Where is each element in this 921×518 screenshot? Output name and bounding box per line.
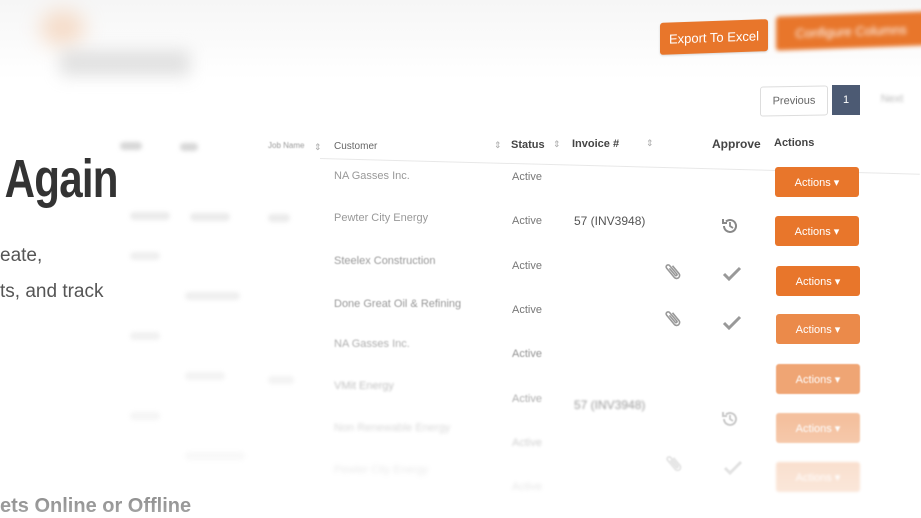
pagination-current-page[interactable]: 1 — [832, 85, 860, 115]
actions-dropdown-button[interactable]: Actions ▾ — [775, 167, 859, 197]
cell-customer: Pewter City Energy — [334, 212, 429, 224]
hero-paragraph-line-2: ts, and track — [0, 281, 104, 302]
cell-customer: Pewter City Energy — [334, 464, 429, 476]
cell-invoice[interactable]: 57 (INV3948) — [574, 398, 645, 412]
cell-status: Active — [512, 171, 542, 183]
actions-dropdown-button[interactable]: Actions ▾ — [775, 216, 859, 246]
blurred-cell — [185, 372, 225, 380]
paperclip-icon[interactable] — [661, 450, 691, 481]
blurred-cell — [185, 292, 240, 300]
blurred-cell — [268, 376, 294, 384]
blurred-header-cell — [180, 143, 198, 151]
blurred-header-block — [60, 50, 190, 76]
cell-customer: NA Gasses Inc. — [334, 338, 410, 350]
hero-paragraph: eate, ts, and track — [0, 238, 170, 310]
cell-invoice[interactable]: 57 (INV3948) — [574, 214, 645, 228]
actions-dropdown-button[interactable]: Actions ▾ — [776, 462, 860, 492]
cell-customer: Steelex Construction — [334, 255, 436, 267]
header-approve: Approve — [712, 137, 761, 151]
feature-heading: ets Online or Offline — [0, 495, 192, 517]
sort-icon[interactable]: ⇕ — [494, 140, 502, 151]
cell-status: Active — [512, 348, 542, 360]
actions-dropdown-button[interactable]: Actions ▾ — [776, 266, 860, 296]
actions-dropdown-button[interactable]: Actions ▾ — [776, 314, 860, 344]
cell-status: Active — [512, 215, 542, 227]
export-to-excel-button[interactable]: Export To Excel — [660, 19, 768, 55]
cell-customer: VMit Energy — [334, 380, 394, 392]
cell-status: Active — [512, 437, 542, 449]
blurred-header-cell — [120, 142, 142, 150]
checkmark-icon[interactable] — [723, 460, 743, 481]
actions-dropdown-button[interactable]: Actions ▾ — [776, 413, 860, 443]
sort-icon[interactable]: ⇕ — [314, 142, 322, 153]
header-customer[interactable]: Customer — [334, 141, 377, 152]
blurred-cell — [268, 214, 290, 222]
cell-status: Active — [512, 393, 542, 405]
blurred-cell — [190, 213, 230, 221]
cell-status: Active — [512, 260, 542, 272]
checkmark-icon[interactable] — [722, 266, 742, 287]
blurred-cell — [130, 332, 160, 340]
configure-columns-button[interactable]: Configure Columns — [776, 11, 921, 51]
history-icon[interactable] — [720, 409, 740, 434]
app-screenshot-panel: Export To Excel Configure Columns Previo… — [120, 0, 921, 513]
paperclip-icon[interactable] — [660, 305, 690, 336]
cell-status: Active — [512, 304, 542, 316]
checkmark-icon[interactable] — [722, 315, 742, 336]
sort-icon[interactable]: ⇕ — [553, 139, 561, 150]
blurred-cell — [185, 452, 245, 460]
blurred-cell — [130, 212, 170, 220]
cell-customer: NA Gasses Inc. — [334, 170, 410, 182]
logo — [40, 10, 85, 46]
cell-customer: Non Renewable Energy — [334, 422, 451, 434]
header-actions: Actions — [774, 137, 815, 149]
pagination-next-button[interactable]: Next — [864, 84, 920, 114]
cell-status: Active — [512, 481, 542, 493]
header-status[interactable]: Status — [511, 139, 545, 151]
pagination-previous-button[interactable]: Previous — [760, 85, 828, 117]
header-invoice[interactable]: Invoice # — [572, 138, 619, 150]
actions-dropdown-button[interactable]: Actions ▾ — [776, 364, 860, 394]
history-icon[interactable] — [720, 216, 740, 241]
blurred-cell — [130, 252, 160, 260]
sort-icon[interactable]: ⇕ — [646, 138, 654, 149]
header-job-name[interactable]: Job Name — [268, 141, 304, 150]
cell-customer: Done Great Oil & Refining — [334, 298, 462, 310]
paperclip-icon[interactable] — [660, 258, 690, 289]
hero-headline: t Again — [0, 149, 118, 209]
blurred-cell — [130, 412, 160, 420]
